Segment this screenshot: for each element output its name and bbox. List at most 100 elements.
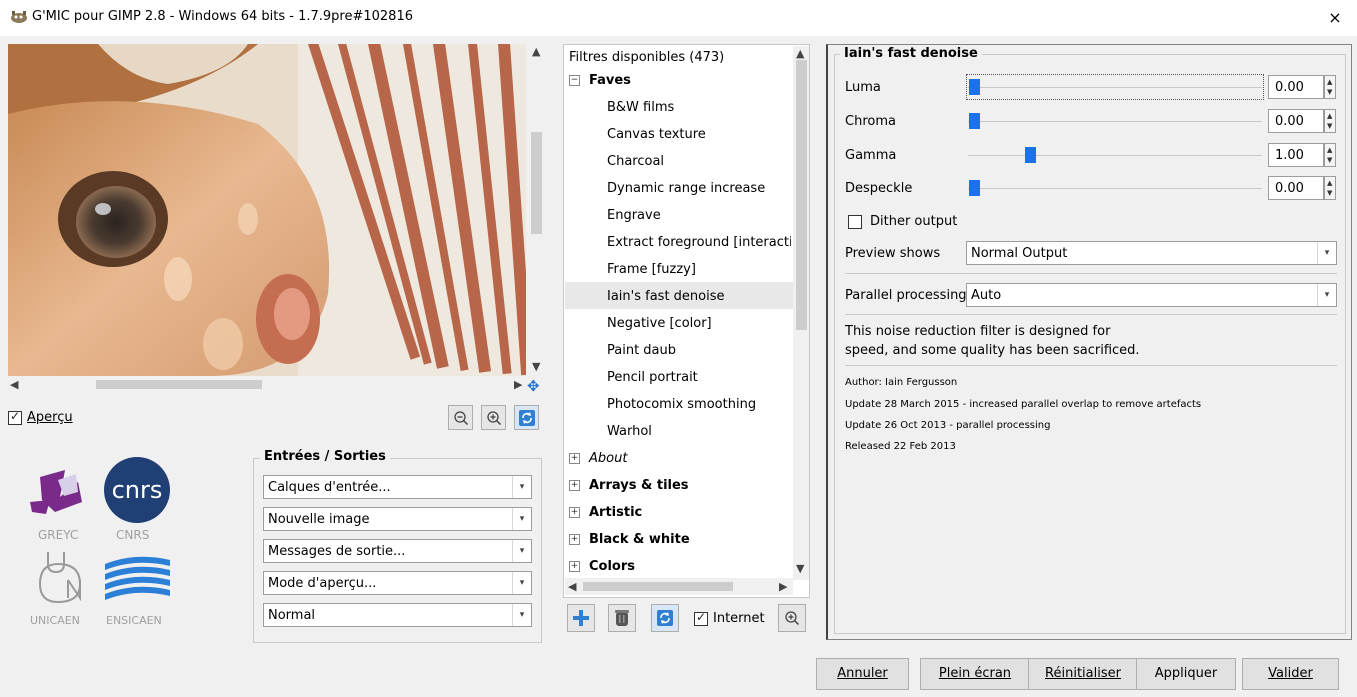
preview-image[interactable] xyxy=(8,44,526,376)
chevron-down-icon[interactable]: ▾ xyxy=(512,540,531,562)
chroma-spinner[interactable]: ▲ ▼ xyxy=(1324,109,1336,133)
scroll-thumb[interactable] xyxy=(531,132,542,234)
tree-item[interactable]: Frame [fuzzy] xyxy=(607,262,696,277)
gamma-slider-track[interactable] xyxy=(968,155,1262,156)
zoom-out-button[interactable] xyxy=(448,405,473,430)
search-filters-button[interactable] xyxy=(778,604,806,632)
close-button[interactable]: × xyxy=(1320,4,1350,32)
tree-item[interactable]: Negative [color] xyxy=(607,316,712,331)
chevron-down-icon[interactable]: ▾ xyxy=(512,572,531,594)
internet-checkbox[interactable] xyxy=(694,610,708,626)
preview-mode-select[interactable]: Mode d'aperçu... ▾ xyxy=(263,571,532,595)
chroma-slider-handle[interactable] xyxy=(969,113,980,129)
gamma-spinner[interactable]: ▲ ▼ xyxy=(1324,143,1336,167)
preview-shows-select[interactable]: Normal Output ▾ xyxy=(966,241,1337,265)
scroll-thumb[interactable] xyxy=(583,582,733,591)
tree-item[interactable]: Charcoal xyxy=(607,154,664,169)
despeckle-value-field[interactable]: 0.00 xyxy=(1268,176,1324,200)
refresh-filters-button[interactable] xyxy=(651,604,679,632)
zoom-in-button[interactable] xyxy=(481,405,506,430)
despeckle-slider-track[interactable] xyxy=(968,188,1262,189)
luma-slider-track[interactable] xyxy=(968,87,1262,88)
cancel-button[interactable]: Annuler xyxy=(816,658,909,690)
scroll-up-icon[interactable]: ▲ xyxy=(796,47,804,60)
tree-horizontal-scrollbar[interactable]: ◀ ▶ xyxy=(565,578,793,595)
chevron-down-icon[interactable]: ▾ xyxy=(1317,242,1336,264)
dither-toggle[interactable]: Dither output xyxy=(848,214,957,229)
note-line: Author: Iain Fergusson xyxy=(845,377,958,388)
scroll-right-icon[interactable]: ▶ xyxy=(514,378,522,391)
tree-category-bw[interactable]: + Black & white xyxy=(569,532,690,547)
scroll-down-icon[interactable]: ▼ xyxy=(796,562,804,575)
chevron-down-icon[interactable]: ▾ xyxy=(512,476,531,498)
despeckle-slider-handle[interactable] xyxy=(969,180,980,196)
chevron-down-icon[interactable]: ▾ xyxy=(1317,284,1336,306)
chevron-down-icon[interactable]: ▾ xyxy=(512,508,531,530)
chroma-value-field[interactable]: 0.00 xyxy=(1268,109,1324,133)
tree-item[interactable]: Pencil portrait xyxy=(607,370,698,385)
tree-item[interactable]: Photocomix smoothing xyxy=(607,397,756,412)
output-messages-select[interactable]: Messages de sortie... ▾ xyxy=(263,539,532,563)
add-fave-button[interactable] xyxy=(567,604,595,632)
tree-category-faves[interactable]: − Faves xyxy=(569,73,631,88)
apply-button[interactable]: Appliquer xyxy=(1136,658,1236,690)
validate-button[interactable]: Valider xyxy=(1242,658,1339,690)
scroll-up-icon[interactable]: ▲ xyxy=(532,45,540,58)
blend-mode-select[interactable]: Normal ▾ xyxy=(263,603,532,627)
scroll-left-icon[interactable]: ◀ xyxy=(10,378,18,391)
remove-fave-button[interactable] xyxy=(608,604,636,632)
luma-value-field[interactable]: 0.00 xyxy=(1268,75,1324,99)
spin-up-icon: ▲ xyxy=(1327,146,1333,154)
luma-slider-handle[interactable] xyxy=(969,79,980,95)
tree-category-about[interactable]: + About xyxy=(569,451,627,466)
scroll-thumb[interactable] xyxy=(96,380,262,389)
output-mode-select[interactable]: Nouvelle image ▾ xyxy=(263,507,532,531)
apercu-checkbox[interactable] xyxy=(8,409,22,425)
scroll-down-icon[interactable]: ▼ xyxy=(532,360,540,373)
parallel-select[interactable]: Auto ▾ xyxy=(966,283,1337,307)
note-line: Update 28 March 2015 - increased paralle… xyxy=(845,399,1202,410)
expand-icon[interactable]: + xyxy=(569,534,580,545)
tree-item-selected[interactable]: Iain's fast denoise xyxy=(607,289,725,304)
chevron-down-icon[interactable]: ▾ xyxy=(512,604,531,626)
expand-icon[interactable]: + xyxy=(569,480,580,491)
dither-checkbox[interactable] xyxy=(848,214,862,229)
expand-icon[interactable]: + xyxy=(569,507,580,518)
chroma-slider-track[interactable] xyxy=(968,121,1262,122)
despeckle-spinner[interactable]: ▲ ▼ xyxy=(1324,176,1336,200)
expand-icon[interactable]: + xyxy=(569,561,580,572)
refresh-preview-button[interactable] xyxy=(514,405,539,430)
tree-category-colors[interactable]: + Colors xyxy=(569,559,635,574)
tree-category-arrays[interactable]: + Arrays & tiles xyxy=(569,478,689,493)
internet-toggle[interactable]: Internet xyxy=(694,610,765,626)
expand-icon[interactable]: + xyxy=(569,453,580,464)
tree-item[interactable]: Warhol xyxy=(607,424,652,439)
gamma-value-field[interactable]: 1.00 xyxy=(1268,143,1324,167)
window-title: G'MIC pour GIMP 2.8 - Windows 64 bits - … xyxy=(32,9,413,24)
tree-item[interactable]: Canvas texture xyxy=(607,127,706,142)
spin-up-icon: ▲ xyxy=(1327,78,1333,86)
tree-category-artistic[interactable]: + Artistic xyxy=(569,505,642,520)
select-value: Mode d'aperçu... xyxy=(268,576,377,591)
tree-vertical-scrollbar[interactable]: ▲ ▼ xyxy=(793,46,809,580)
scroll-left-icon[interactable]: ◀ xyxy=(568,580,576,593)
scroll-thumb[interactable] xyxy=(796,60,807,330)
preview-vertical-scrollbar[interactable]: ▲ ▼ xyxy=(528,44,545,376)
tree-item[interactable]: B&W films xyxy=(607,100,674,115)
tree-item[interactable]: Engrave xyxy=(607,208,661,223)
gamma-slider-handle[interactable] xyxy=(1025,147,1036,163)
scroll-right-icon[interactable]: ▶ xyxy=(779,580,787,593)
filter-tree[interactable]: Filtres disponibles (473) − Faves B&W fil… xyxy=(563,44,810,598)
tree-item[interactable]: Paint daub xyxy=(607,343,676,358)
fullscreen-button[interactable]: Plein écran xyxy=(920,658,1030,690)
apercu-toggle[interactable]: Aperçu xyxy=(8,409,73,425)
luma-spinner[interactable]: ▲ ▼ xyxy=(1324,75,1336,99)
apercu-label: Aperçu xyxy=(27,410,73,425)
tree-item[interactable]: Extract foreground [interactive xyxy=(607,235,791,250)
reset-button[interactable]: Réinitialiser xyxy=(1028,658,1138,690)
input-layers-select[interactable]: Calques d'entrée... ▾ xyxy=(263,475,532,499)
collapse-icon[interactable]: − xyxy=(569,75,580,86)
tree-item[interactable]: Dynamic range increase xyxy=(607,181,765,196)
move-icon[interactable]: ✥ xyxy=(527,377,540,395)
preview-horizontal-scrollbar[interactable]: ◀ ▶ xyxy=(8,376,526,393)
